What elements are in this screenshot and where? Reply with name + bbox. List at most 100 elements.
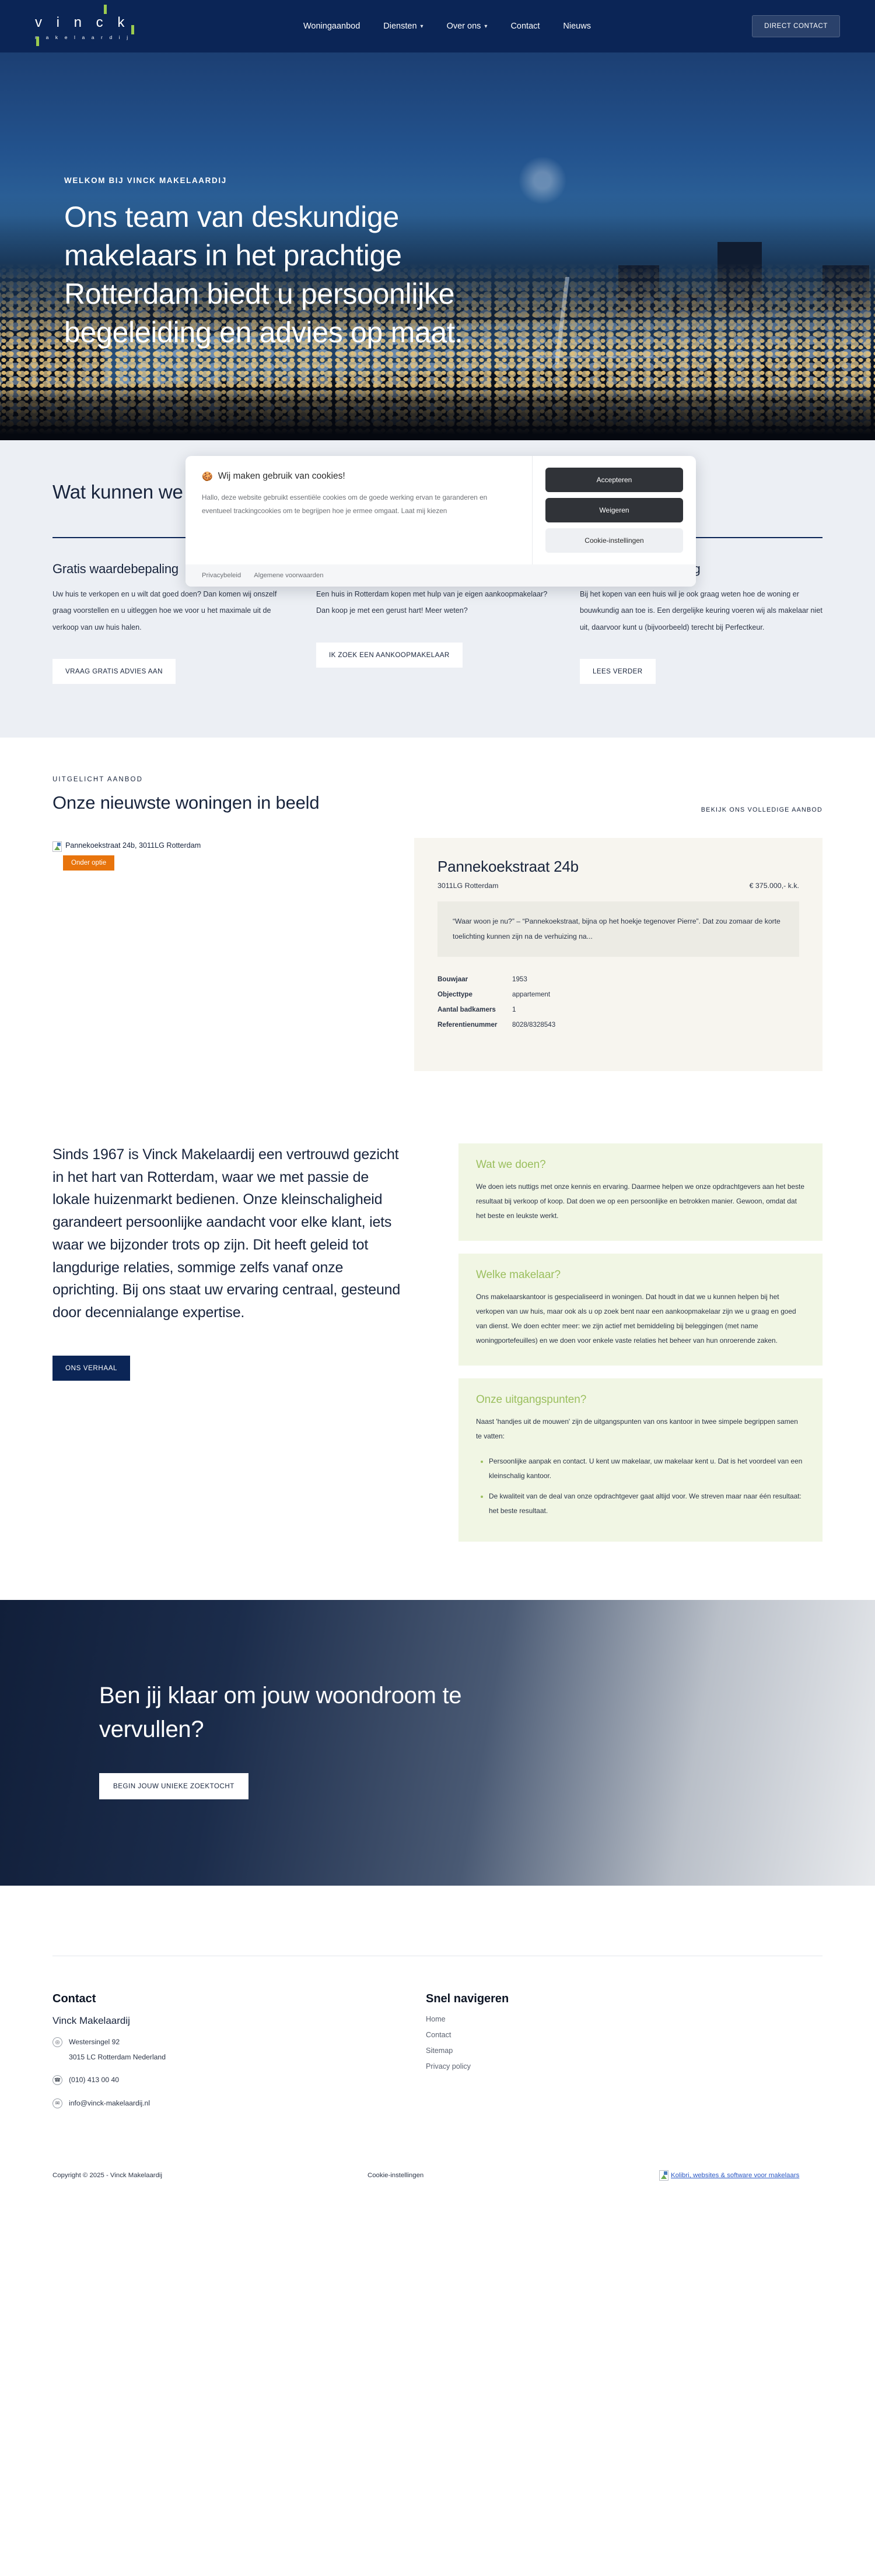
nav-label: Diensten [383,22,417,31]
cta-banner: Ben jij klaar om jouw woondroom te vervu… [0,1599,875,1886]
hero-banner: WELKOM BIJ VINCK MAKELAARDIJ Ons team va… [0,52,875,440]
spec-key: Aantal badkamers [438,1006,496,1014]
property-specs: Bouwjaar 1953 Objecttype appartement Aan… [438,972,799,1033]
footer-address-city: 3015 LC Rotterdam Nederland [69,2053,166,2062]
status-badge: Onder optie [63,855,115,871]
nav-item-contact[interactable]: Contact [510,22,540,31]
footer-cookie-settings-link[interactable]: Cookie-instellingen [368,2172,659,2179]
property-card[interactable]: Pannekoekstraat 24b, 3011LG Rotterdam On… [52,837,822,1071]
footer-company-name: Vinck Makelaardij [52,2015,130,2026]
copyright-text: Copyright © 2025 - Vinck Makelaardij [52,2172,162,2180]
direct-contact-button[interactable]: DIRECT CONTACT [752,15,840,37]
spec-row: Referentienummer 8028/8328543 [438,1017,799,1033]
list-item: Persoonlijke aanpak en contact. U kent u… [489,1454,805,1483]
envelope-icon: ✉ [52,2098,62,2108]
page-root: v i n c k m a k e l a a r d i j Woningaa… [0,0,875,2201]
footer-link-contact[interactable]: Contact [426,2031,822,2039]
spec-value: 1953 [512,975,527,984]
featured-header: UITGELICHT AANBOD Onze nieuwste woningen… [52,776,822,813]
chevron-down-icon: ▾ [484,23,488,30]
property-price: € 375.000,- k.k. [749,881,799,890]
phone-icon: ☎ [52,2075,62,2086]
footer-nav-column: Snel navigeren Home Contact Sitemap Priv… [426,1992,822,2114]
info-box-body: Naast 'handjes uit de mouwen' zijn de ui… [476,1417,798,1440]
cookie-privacy-link[interactable]: Privacybeleid [202,572,241,579]
spec-value: appartement [512,991,551,999]
service-card-button[interactable]: IK ZOEK EEN AANKOOPMAKELAAR [316,642,463,668]
cta-button[interactable]: BEGIN JOUW UNIEKE ZOEKTOCHT [99,1773,249,1799]
spec-value: 1 [512,1006,516,1014]
footer-nav-list: Home Contact Sitemap Privacy policy [426,2015,822,2070]
nav-item-woningaanbod[interactable]: Woningaanbod [303,22,360,31]
info-box-body: We doen iets nuttigs met onze kennis en … [476,1182,804,1220]
nav-item-diensten[interactable]: Diensten ▾ [383,22,423,31]
featured-title: Onze nieuwste woningen in beeld [52,792,320,813]
footer-phone-line[interactable]: ☎ (010) 413 00 40 [52,2074,426,2086]
broken-image-icon [52,841,62,852]
about-boxes-column: Wat we doen? We doen iets nuttigs met on… [459,1143,822,1542]
service-card-body: Bij het kopen van een huis wil je ook gr… [580,590,822,631]
service-card-body: Uw huis te verkopen en u wilt dat goed d… [52,590,277,631]
cookie-terms-link[interactable]: Algemene voorwaarden [254,572,323,579]
property-name: Pannekoekstraat 24b [438,857,579,875]
hero-kicker: WELKOM BIJ VINCK MAKELAARDIJ [64,176,227,185]
featured-listings-section: UITGELICHT AANBOD Onze nieuwste woningen… [0,737,875,1124]
footer-contact-heading: Contact [52,1992,96,2005]
footer-credit-link[interactable]: Kolibri, websites & software voor makela… [671,2172,799,2179]
hero-content: WELKOM BIJ VINCK MAKELAARDIJ Ons team va… [64,176,508,352]
info-box-title: Onze uitgangspunten? [476,1393,587,1406]
cookie-settings-button[interactable]: Cookie-instellingen [545,528,683,553]
chevron-down-icon: ▾ [420,23,424,30]
about-section: Sinds 1967 is Vinck Makelaardij een vert… [0,1123,875,1600]
cta-title: Ben jij klaar om jouw woondroom te vervu… [99,1682,462,1742]
cookie-icon: 🍪 [202,472,213,482]
info-box-title: Wat we doen? [476,1158,546,1171]
site-footer: Contact Vinck Makelaardij ◎ Westersingel… [0,1885,875,2201]
nav-item-nieuws[interactable]: Nieuws [563,22,591,31]
spec-value: 8028/8328543 [512,1021,556,1029]
footer-credit: Kolibri, websites & software voor makela… [659,2170,799,2181]
cookie-accept-button[interactable]: Accepteren [545,468,683,492]
our-story-button[interactable]: ONS VERHAAL [52,1355,131,1381]
property-details: Pannekoekstraat 24b 3011LG Rotterdam € 3… [414,837,822,1071]
info-box-welke-makelaar: Welke makelaar? Ons makelaarskantoor is … [459,1253,822,1366]
cookie-consent-banner: 🍪 Wij maken gebruik van cookies! Hallo, … [186,456,696,587]
footer-link-privacy[interactable]: Privacy policy [426,2062,822,2070]
logo-accent-tick-right [131,25,134,35]
cookie-refuse-button[interactable]: Weigeren [545,498,683,522]
hero-title: Ons team van deskundige makelaars in het… [64,201,463,349]
info-box-body: Ons makelaarskantoor is gespecialiseerd … [476,1292,796,1345]
about-text-column: Sinds 1967 is Vinck Makelaardij een vert… [52,1143,402,1542]
logo-accent-tick-top [104,5,107,15]
service-card-body: Een huis in Rotterdam kopen met hulp van… [316,590,548,615]
footer-address-line: ◎ Westersingel 92 [52,2036,426,2048]
footer-link-home[interactable]: Home [426,2015,822,2023]
nav-item-over-ons[interactable]: Over ons ▾ [447,22,488,31]
list-item: De kwaliteit van de deal van onze opdrac… [489,1489,805,1518]
broken-image-placeholder: Pannekoekstraat 24b, 3011LG Rotterdam [52,841,201,852]
broken-image-icon [659,2170,668,2181]
footer-link-sitemap[interactable]: Sitemap [426,2047,822,2055]
spec-row: Objecttype appartement [438,987,799,1002]
service-card-button[interactable]: VRAAG GRATIS ADVIES AAN [52,658,176,684]
footer-email-line[interactable]: ✉ info@vinck-makelaardij.nl [52,2097,426,2110]
cookie-title-row: 🍪 Wij maken gebruik van cookies! [202,471,517,482]
site-header: v i n c k m a k e l a a r d i j Woningaa… [0,0,875,52]
cookie-footer-links: Privacybeleid Algemene voorwaarden [186,564,696,587]
spec-key: Referentienummer [438,1021,498,1029]
property-zip: 3011LG Rotterdam [438,881,499,890]
footer-email: info@vinck-makelaardij.nl [69,2098,150,2107]
service-card-button[interactable]: LEES VERDER [580,658,656,684]
logo-tagline: m a k e l a a r d i j [35,34,131,41]
logo[interactable]: v i n c k m a k e l a a r d i j [0,5,175,47]
info-box-uitgangspunten: Onze uitgangspunten? Naast 'handjes uit … [459,1378,822,1542]
view-all-listings-link[interactable]: BEKIJK ONS VOLLEDIGE AANBOD [701,806,822,813]
cookie-title: Wij maken gebruik van cookies! [218,471,345,481]
spec-row: Bouwjaar 1953 [438,972,799,987]
logo-accent-tick-left [36,37,39,47]
footer-contact-column: Contact Vinck Makelaardij ◎ Westersingel… [52,1992,426,2114]
nav-label: Over ons [446,22,481,31]
spec-key: Objecttype [438,991,473,999]
property-image[interactable]: Pannekoekstraat 24b, 3011LG Rotterdam On… [52,837,414,1071]
info-box-list: Persoonlijke aanpak en contact. U kent u… [489,1454,805,1518]
